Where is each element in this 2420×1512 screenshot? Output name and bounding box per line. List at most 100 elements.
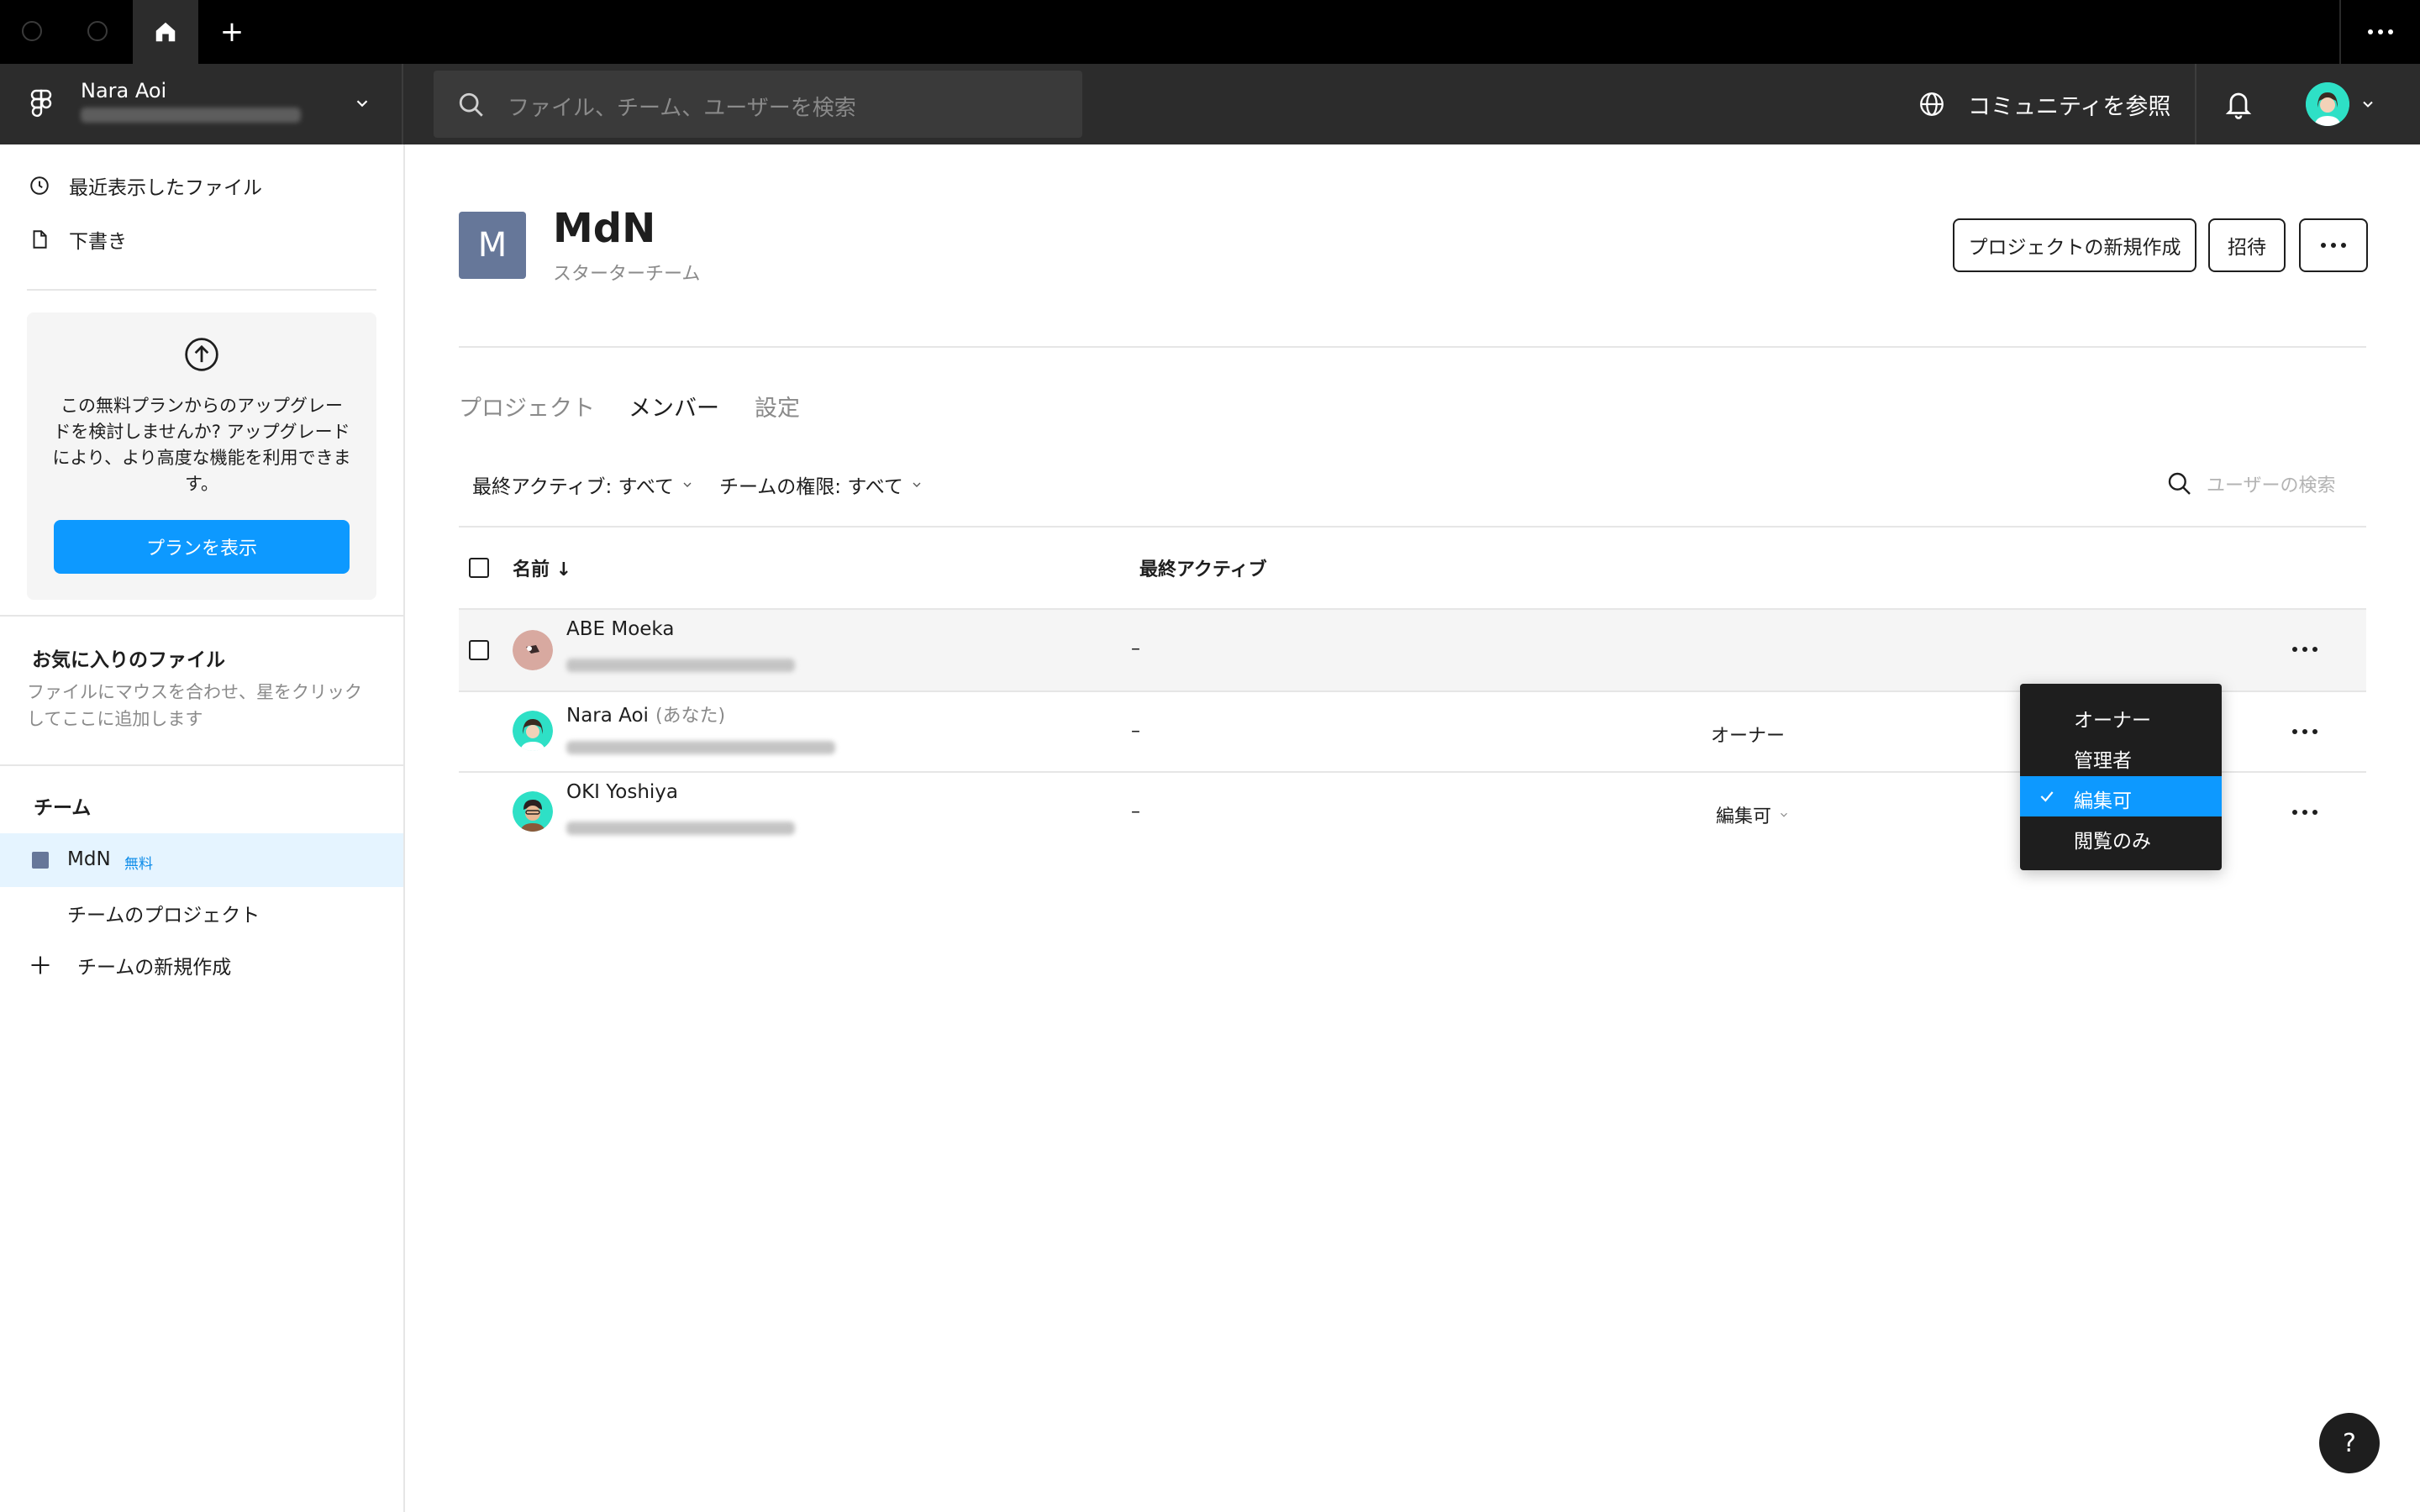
chevron-down-icon: [356, 100, 368, 108]
global-search[interactable]: ファイル、チーム、ユーザーを検索: [434, 71, 1082, 138]
table-row[interactable]: ABE Moeka –: [459, 610, 2366, 690]
account-email-redacted: [81, 108, 301, 123]
role-dropdown-menu: オーナー 管理者 編集可 閲覧のみ: [2020, 684, 2222, 870]
globe-icon: [1920, 92, 1944, 116]
member-email-redacted: [566, 741, 835, 754]
sidebar-item-drafts[interactable]: 下書き: [29, 225, 127, 254]
main-content: M MdN スターターチーム プロジェクトの新規作成 招待 プロジェクト メンバ…: [405, 144, 2420, 1512]
avatar: [513, 791, 553, 832]
window-minimize-icon[interactable]: [87, 21, 108, 41]
chevron-down-icon: [913, 482, 921, 487]
new-tab-button[interactable]: +: [215, 0, 249, 64]
row-more-button[interactable]: [2292, 729, 2317, 734]
new-project-button[interactable]: プロジェクトの新規作成: [1953, 218, 2196, 272]
column-header-last-active[interactable]: 最終アクティブ: [1139, 554, 1267, 581]
page-title: MdN: [553, 205, 656, 252]
arrow-up-circle-icon: [185, 338, 218, 371]
sidebar-item-label: 下書き: [69, 231, 127, 253]
role-option-owner[interactable]: オーナー: [2020, 696, 2222, 736]
member-role: オーナー: [1711, 726, 1786, 747]
more-icon[interactable]: [2339, 0, 2420, 64]
invite-button[interactable]: 招待: [2208, 218, 2286, 272]
chevron-down-icon: [1781, 812, 1787, 817]
member-last-active: –: [1131, 638, 1140, 659]
plus-icon: [31, 956, 50, 974]
new-team-label: チームの新規作成: [77, 957, 232, 979]
member-name: OKI Yoshiya: [566, 781, 679, 803]
home-icon: [155, 22, 176, 42]
search-icon: [2168, 472, 2191, 495]
avatar: [513, 630, 553, 670]
community-label: コミュニティを参照: [1968, 93, 2171, 120]
member-role: 編集可: [1716, 806, 1772, 827]
member-role-select[interactable]: 編集可: [1716, 801, 1790, 828]
help-button[interactable]: ?: [2319, 1413, 2380, 1473]
tab-settings[interactable]: 設定: [755, 390, 800, 423]
divider: [27, 289, 376, 291]
divider: [459, 346, 2366, 348]
team-avatar: M: [459, 212, 526, 279]
team-plan-label: スターターチーム: [553, 264, 701, 285]
row-more-button[interactable]: [2292, 810, 2317, 815]
search-placeholder: ファイル、チーム、ユーザーを検索: [508, 96, 856, 121]
header-divider: [2195, 64, 2196, 144]
upgrade-text: この無料プランからのアップグレードを検討しませんか? アップグレードにより、より…: [52, 396, 351, 494]
view-plans-button[interactable]: プランを表示: [54, 520, 350, 574]
member-name: ABE Moeka: [566, 618, 675, 640]
search-icon: [459, 92, 483, 117]
community-link[interactable]: コミュニティを参照: [1918, 64, 2170, 144]
home-tab[interactable]: [133, 0, 198, 64]
row-checkbox[interactable]: [469, 640, 489, 660]
teams-title: チーム: [34, 797, 92, 819]
member-last-active: –: [1131, 721, 1140, 742]
new-team-button[interactable]: チームの新規作成: [29, 951, 231, 979]
user-search-input[interactable]: ユーザーの検索: [2166, 470, 2336, 497]
sidebar-item-recent[interactable]: 最近表示したファイル: [29, 171, 262, 200]
sidebar-item-team-mdn[interactable]: MdN 無料: [0, 833, 403, 887]
app-header: Nara Aoi ファイル、チーム、ユーザーを検索 コミュニティを参照: [0, 64, 2420, 144]
file-icon: [33, 230, 47, 249]
more-options-button[interactable]: [2299, 218, 2368, 272]
plan-badge: 無料: [124, 856, 153, 873]
row-more-button[interactable]: [2292, 647, 2317, 652]
account-switcher[interactable]: Nara Aoi: [0, 64, 403, 144]
sidebar: 最近表示したファイル 下書き この無料プランからのアップグレードを検討しませんか…: [0, 144, 405, 1512]
member-email-redacted: [566, 659, 795, 672]
filter-label: 最終アクティブ: すべて: [472, 476, 675, 498]
column-header-name[interactable]: 名前 ↓: [513, 554, 571, 581]
chevron-down-icon: [683, 482, 692, 487]
tab-members[interactable]: メンバー: [629, 390, 719, 423]
figma-logo-icon: [30, 89, 52, 118]
role-option-viewer[interactable]: 閲覧のみ: [2020, 816, 2222, 857]
more-icon: [2321, 243, 2346, 248]
notification-bell-icon[interactable]: [2223, 87, 2254, 121]
more-icon: [2292, 647, 2317, 652]
checkmark-icon: [2040, 791, 2054, 802]
member-last-active: –: [1131, 801, 1140, 822]
clock-icon: [30, 176, 49, 195]
tab-bar: +: [0, 0, 2420, 64]
user-avatar[interactable]: [2306, 82, 2349, 126]
divider: [0, 764, 405, 766]
account-name: Nara Aoi: [81, 79, 167, 102]
avatar: [513, 711, 553, 751]
team-color-icon: [32, 852, 49, 869]
member-name: Nara Aoi (あなた): [566, 705, 726, 727]
more-icon: [2292, 729, 2317, 734]
permission-filter[interactable]: チームの権限: すべて: [719, 470, 923, 499]
select-all-checkbox[interactable]: [469, 558, 489, 578]
window-close-icon[interactable]: [22, 21, 42, 41]
last-active-filter[interactable]: 最終アクティブ: すべて: [472, 470, 694, 499]
tab-projects[interactable]: プロジェクト: [459, 390, 595, 423]
team-name: MdN: [67, 848, 111, 870]
sidebar-item-team-projects[interactable]: チームのプロジェクト: [67, 899, 260, 927]
divider: [459, 526, 2366, 528]
favorites-title: お気に入りのファイル: [32, 649, 225, 671]
upgrade-card: この無料プランからのアップグレードを検討しませんか? アップグレードにより、より…: [27, 312, 376, 600]
role-option-admin[interactable]: 管理者: [2020, 736, 2222, 776]
role-option-editor[interactable]: 編集可: [2020, 776, 2222, 816]
user-search-placeholder: ユーザーの検索: [2207, 475, 2336, 496]
member-email-redacted: [566, 822, 795, 835]
chevron-down-icon[interactable]: [2360, 96, 2376, 113]
filter-label: チームの権限: すべて: [719, 476, 903, 498]
